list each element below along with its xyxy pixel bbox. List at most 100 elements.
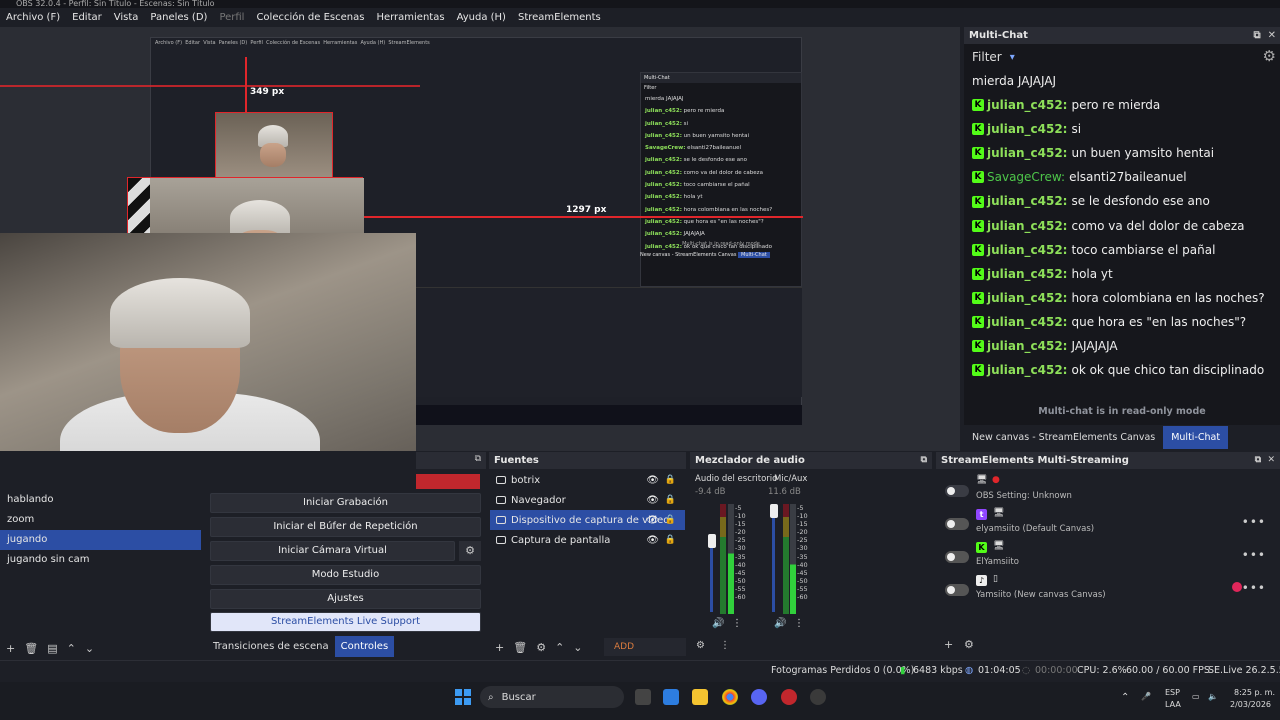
layout[interactable]: LAA — [1165, 700, 1181, 709]
down-icon[interactable]: ⌄ — [85, 642, 94, 655]
source-item[interactable]: botrix 👁 🔒 — [490, 470, 685, 490]
lock-icon[interactable]: 🔒 — [665, 515, 676, 525]
filter-label[interactable]: Filter — [972, 50, 1002, 64]
eye-icon[interactable]: 👁 — [646, 475, 659, 486]
add-icon[interactable]: + — [6, 642, 15, 655]
gear-icon[interactable]: ⚙ — [696, 640, 705, 651]
gear-icon[interactable]: ⚙ — [536, 641, 546, 654]
chat-username[interactable]: julian_c452: — [987, 286, 1067, 310]
menu-ayuda[interactable]: Ayuda (H) — [451, 12, 512, 23]
obs-icon[interactable] — [810, 689, 826, 705]
toggle[interactable] — [945, 551, 969, 563]
scene-item-selected[interactable]: jugando — [0, 530, 201, 550]
tab-transitions[interactable]: Transiciones de escena — [207, 636, 335, 657]
store-icon[interactable] — [663, 689, 679, 705]
gear-icon[interactable]: ⚙ — [459, 541, 481, 561]
chat-username[interactable]: julian_c452: — [987, 117, 1067, 141]
scene-item[interactable]: hablando — [0, 490, 203, 510]
trash-icon[interactable]: 🗑 — [513, 641, 527, 654]
close-icon[interactable]: ✕ — [1267, 455, 1275, 465]
chat-username[interactable]: julian_c452: — [987, 141, 1067, 165]
float-icon[interactable]: ⧉ — [921, 452, 927, 469]
windows-start-icon[interactable] — [455, 689, 471, 705]
scene-item[interactable]: jugando sin cam — [0, 550, 203, 570]
menu-archivo[interactable]: Archivo (F) — [0, 12, 66, 23]
toggle[interactable] — [945, 485, 969, 497]
chat-username[interactable]: julian_c452: — [987, 93, 1067, 117]
chevron-up-icon[interactable]: ⌃ — [1121, 692, 1129, 703]
menu-perfil[interactable]: Perfil — [213, 12, 250, 23]
opera-icon[interactable] — [781, 689, 797, 705]
menu-vista[interactable]: Vista — [108, 12, 145, 23]
preview-canvas[interactable]: Archivo (F) Editar Vista Paneles (D) Per… — [0, 27, 960, 451]
tab-multichat[interactable]: Multi-Chat — [1163, 426, 1229, 449]
task-view-icon[interactable] — [635, 689, 651, 705]
mic-icon[interactable]: 🎤 — [1141, 692, 1151, 701]
float-icon[interactable]: ⧉ — [1255, 455, 1261, 465]
up-icon[interactable]: ⌃ — [555, 641, 564, 654]
source-item[interactable]: Captura de pantalla 👁 🔒 — [490, 530, 685, 550]
chat-username[interactable]: SavageCrew: — [987, 165, 1065, 189]
filter-icon[interactable]: ▤ — [47, 642, 57, 655]
speaker-icon[interactable]: 🔊 — [712, 618, 724, 629]
fader-knob[interactable] — [708, 534, 716, 548]
network-icon[interactable]: ▭ — [1192, 692, 1200, 701]
eye-icon[interactable]: 👁 — [646, 515, 659, 526]
virtual-camera-button[interactable]: Iniciar Cámara Virtual — [210, 541, 455, 561]
menu-coleccion-escenas[interactable]: Colección de Escenas — [250, 12, 370, 23]
menu-editar[interactable]: Editar — [66, 12, 108, 23]
down-icon[interactable]: ⌄ — [573, 641, 582, 654]
float-icon[interactable]: ⧉ — [1254, 30, 1261, 41]
add-icon[interactable]: + — [495, 641, 504, 654]
volume-icon[interactable]: 🔈 — [1208, 692, 1218, 701]
tab-controls[interactable]: Controles — [334, 636, 395, 657]
more-icon[interactable]: ⋮ — [720, 640, 730, 651]
close-icon[interactable]: ✕ — [1268, 30, 1276, 41]
eye-icon[interactable]: 👁 — [646, 495, 659, 506]
lock-icon[interactable]: 🔒 — [665, 495, 676, 505]
more-icon[interactable]: ••• — [1242, 548, 1266, 562]
eye-icon[interactable]: 👁 — [646, 535, 659, 546]
add-element-button[interactable]: ADD ELEMENT — [604, 638, 686, 670]
chat-username[interactable]: julian_c452: — [987, 238, 1067, 262]
start-recording-button[interactable]: Iniciar Grabación — [210, 493, 481, 513]
chat-username[interactable]: julian_c452: — [987, 189, 1067, 213]
toggle[interactable] — [945, 518, 969, 530]
lock-icon[interactable]: 🔒 — [665, 475, 676, 485]
more-icon[interactable]: ••• — [1242, 581, 1266, 595]
multichat-filter[interactable]: Filter ▾ ⚙ — [964, 44, 1280, 70]
discord-icon[interactable] — [751, 689, 767, 705]
more-icon[interactable]: ⋮ — [732, 618, 742, 629]
add-icon[interactable]: + — [944, 638, 953, 651]
chat-username[interactable]: julian_c452: — [987, 262, 1067, 286]
float-icon[interactable]: ⧉ — [475, 454, 481, 464]
fader-knob[interactable] — [770, 504, 778, 518]
se-live-support-button[interactable]: StreamElements Live Support — [210, 612, 481, 632]
lang[interactable]: ESP — [1165, 688, 1180, 697]
menu-herramientas[interactable]: Herramientas — [370, 12, 450, 23]
settings-button[interactable]: Ajustes — [210, 589, 481, 609]
fader-track[interactable] — [772, 514, 775, 612]
gear-icon[interactable]: ⚙ — [964, 638, 974, 651]
more-icon[interactable]: ⋮ — [794, 618, 804, 629]
up-icon[interactable]: ⌃ — [67, 642, 76, 655]
menu-paneles[interactable]: Paneles (D) — [144, 12, 213, 23]
taskbar-search[interactable]: ⌕ Buscar — [480, 686, 624, 708]
speaker-icon[interactable]: 🔊 — [774, 618, 786, 629]
studio-mode-button[interactable]: Modo Estudio — [210, 565, 481, 585]
fader-track[interactable] — [710, 540, 713, 612]
tab-new-canvas[interactable]: New canvas - StreamElements Canvas — [964, 426, 1163, 449]
chat-username[interactable]: julian_c452: — [987, 310, 1067, 334]
chrome-icon[interactable] — [722, 689, 738, 705]
source-item[interactable]: Navegador 👁 🔒 — [490, 490, 685, 510]
chevron-down-icon[interactable]: ▾ — [1010, 52, 1015, 63]
chat-username[interactable]: julian_c452: — [987, 334, 1067, 358]
folder-icon[interactable] — [692, 689, 708, 705]
toggle[interactable] — [945, 584, 969, 596]
clock-time[interactable]: 8:25 p. m. — [1234, 688, 1275, 697]
chat-username[interactable]: julian_c452: — [987, 358, 1067, 382]
trash-icon[interactable]: 🗑 — [24, 642, 38, 655]
lock-icon[interactable]: 🔒 — [665, 535, 676, 545]
scene-item[interactable]: zoom — [0, 510, 203, 530]
clock-date[interactable]: 2/03/2026 — [1230, 700, 1271, 709]
